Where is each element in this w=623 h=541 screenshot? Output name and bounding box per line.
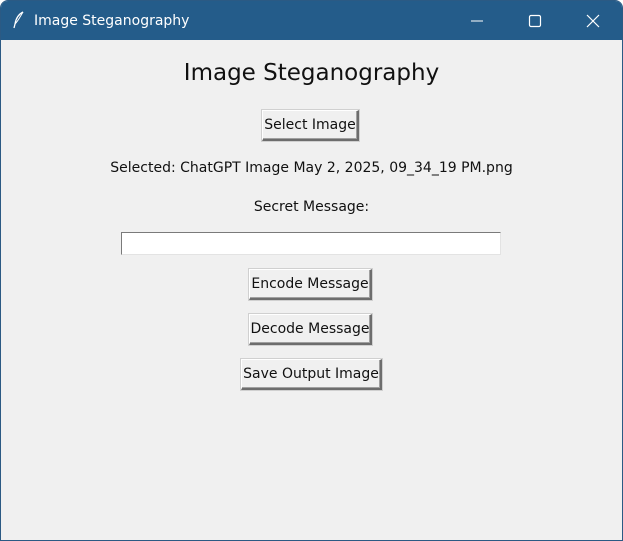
maximize-button[interactable]: [506, 1, 564, 40]
secret-message-input[interactable]: [121, 232, 501, 255]
page-title: Image Steganography: [183, 60, 440, 86]
title-bar[interactable]: Image Steganography: [1, 1, 622, 40]
feather-icon: [11, 11, 27, 29]
window-title: Image Steganography: [34, 13, 190, 29]
maximize-icon: [528, 14, 542, 28]
secret-message-label: Secret Message:: [253, 199, 370, 215]
minimize-icon: [471, 20, 483, 22]
app-window: Image Steganography Image Steganography …: [0, 0, 623, 541]
app-content: Image Steganography Select Image Selecte…: [1, 40, 622, 540]
save-output-image-button[interactable]: Save Output Image: [241, 359, 382, 390]
close-icon: [586, 14, 600, 28]
minimize-button[interactable]: [448, 1, 506, 40]
selected-file-label: Selected: ChatGPT Image May 2, 2025, 09_…: [110, 160, 513, 176]
close-button[interactable]: [564, 1, 622, 40]
select-image-button[interactable]: Select Image: [262, 110, 359, 141]
decode-message-button[interactable]: Decode Message: [249, 314, 372, 345]
encode-message-button[interactable]: Encode Message: [249, 269, 372, 300]
